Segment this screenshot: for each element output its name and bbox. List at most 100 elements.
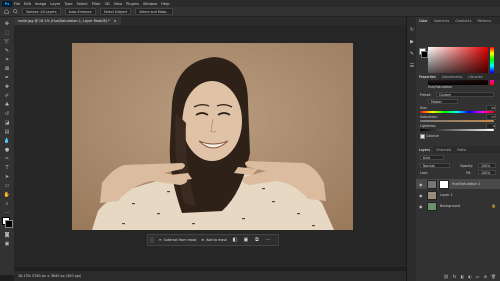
history-brush-tool-icon[interactable]: ↺	[3, 111, 11, 117]
hue-adjust-slider[interactable]	[420, 111, 494, 113]
tab-paths[interactable]: Paths	[454, 146, 469, 153]
visibility-eye-icon[interactable]: ◉	[419, 182, 424, 187]
tab-adjustments[interactable]: Adjustments	[439, 73, 466, 80]
layer-mask-thumb[interactable]	[439, 179, 449, 189]
menu-plugins[interactable]: Plugins	[126, 2, 139, 6]
hue-label: Hue:	[420, 106, 428, 110]
group-icon[interactable]: ▭	[476, 274, 480, 279]
menu-type[interactable]: Type	[64, 2, 72, 6]
lightness-slider[interactable]	[420, 129, 494, 131]
mask-options-icon[interactable]: ⧉	[254, 237, 260, 243]
layer-filter-kind[interactable]: Kind	[420, 155, 444, 160]
history-panel-icon[interactable]: ↻	[409, 27, 415, 33]
photoshop-logo[interactable]: Ps	[2, 0, 12, 7]
hand-tool-icon[interactable]: ✋	[3, 192, 11, 198]
layer-row-hue-saturation[interactable]: ◉ Hue/Saturation 1	[416, 179, 500, 189]
background-swatch[interactable]	[421, 51, 428, 58]
menu-image[interactable]: Image	[35, 2, 46, 6]
add-to-mask-button[interactable]: ⊕ Add to mask	[201, 238, 226, 242]
saturation-slider[interactable]	[420, 120, 494, 122]
close-icon[interactable]: ×	[114, 19, 117, 23]
tab-color[interactable]: Color	[416, 17, 431, 24]
crop-tool-icon[interactable]: ⌗	[3, 57, 11, 63]
colorize-label: Colorize	[426, 134, 439, 138]
quick-mask-icon[interactable]: ◙	[3, 232, 11, 238]
menu-window[interactable]: Window	[143, 2, 157, 6]
channel-select[interactable]: Master	[428, 99, 458, 104]
menu-layer[interactable]: Layer	[50, 2, 60, 6]
eraser-tool-icon[interactable]: ◪	[3, 120, 11, 126]
menu-bar: Ps File Edit Image Layer Type Select Fil…	[0, 0, 500, 7]
blend-mode-select[interactable]: Normal	[420, 163, 450, 168]
blur-tool-icon[interactable]: 💧	[3, 138, 11, 144]
rectangle-tool-icon[interactable]: ▭	[3, 183, 11, 189]
move-tool-icon[interactable]: ✥	[3, 21, 11, 27]
quick-selection-icon[interactable]	[13, 9, 18, 14]
gradient-tool-icon[interactable]: ▤	[3, 129, 11, 135]
document-tab[interactable]: smile.jpg @ 16.1% (Hue/Saturation 1, Lay…	[14, 17, 121, 25]
sample-all-layers-option[interactable]: Sample: All Layers	[22, 8, 61, 15]
menu-select[interactable]: Select	[77, 2, 88, 6]
auto-enhance-option[interactable]: Auto-Enhance	[64, 8, 96, 15]
select-subject-button[interactable]: Select Subject	[99, 8, 132, 15]
path-selection-tool-icon[interactable]: ➤	[3, 174, 11, 180]
layer-name: Layer 1	[440, 193, 453, 197]
more-tools-icon[interactable]: …	[3, 209, 11, 215]
dodge-tool-icon[interactable]: ●	[3, 147, 11, 153]
menu-file[interactable]: File	[14, 2, 20, 6]
invert-mask-icon[interactable]: ◧	[232, 237, 238, 243]
adjustment-layer-icon[interactable]: ◐	[468, 274, 472, 279]
menu-3d[interactable]: 3D	[105, 2, 110, 6]
tab-patterns[interactable]: Patterns	[474, 17, 494, 24]
delete-layer-icon[interactable]: 🗑	[491, 274, 496, 279]
select-and-mask-button[interactable]: Select and Mask...	[135, 8, 174, 15]
background-color-swatch[interactable]	[5, 220, 13, 228]
actions-panel-icon[interactable]: ▶	[409, 39, 415, 45]
more-options-icon[interactable]: ···	[265, 237, 271, 243]
pen-tool-icon[interactable]: ✑	[3, 156, 11, 162]
new-layer-icon[interactable]: ⊞	[484, 274, 487, 279]
tab-swatches[interactable]: Swatches	[431, 17, 453, 24]
layer-row-background[interactable]: ◉ Background 🔒	[416, 201, 500, 211]
lasso-tool-icon[interactable]: ➰	[3, 39, 11, 45]
opacity-input[interactable]: 100%	[478, 163, 496, 168]
tab-channels[interactable]: Channels	[433, 146, 454, 153]
brush-settings-icon[interactable]: ✎	[409, 51, 415, 57]
tab-libraries[interactable]: Libraries	[465, 73, 485, 80]
document-canvas[interactable]	[72, 43, 353, 230]
frame-tool-icon[interactable]: ⊠	[3, 66, 11, 72]
add-mask-icon[interactable]: ◧	[461, 274, 465, 279]
subtract-from-mask-button[interactable]: ⊖ Subtract from mask	[159, 238, 196, 242]
healing-brush-tool-icon[interactable]: ✚	[3, 84, 11, 90]
fx-icon[interactable]: fx	[453, 274, 457, 279]
brush-tool-icon[interactable]: ✐	[3, 93, 11, 99]
link-layers-icon[interactable]: ⛓	[444, 274, 449, 279]
type-tool-icon[interactable]: T	[3, 165, 11, 171]
zoom-tool-icon[interactable]: ⌕	[3, 201, 11, 207]
menu-help[interactable]: Help	[161, 2, 169, 6]
menu-filter[interactable]: Filter	[92, 2, 101, 6]
colorize-checkbox[interactable]	[420, 134, 425, 139]
fill-mask-icon[interactable]: ▣	[243, 237, 249, 243]
visibility-eye-icon[interactable]: ◉	[419, 204, 424, 209]
clone-stamp-tool-icon[interactable]: ♣	[3, 102, 11, 108]
adjustment-layer-thumb	[427, 179, 437, 189]
eyedropper-tool-icon[interactable]: ✒	[3, 75, 11, 81]
home-icon[interactable]	[4, 9, 9, 14]
layer-row-layer-1[interactable]: ◉ Layer 1	[416, 190, 500, 200]
fill-input[interactable]: 100%	[478, 170, 496, 175]
properties-panel-tabs: Properties Adjustments Libraries	[416, 73, 500, 80]
screen-mode-icon[interactable]: ▣	[3, 241, 11, 247]
menu-edit[interactable]: Edit	[24, 2, 31, 6]
visibility-eye-icon[interactable]: ◉	[419, 193, 424, 198]
marquee-tool-icon[interactable]: ⬚	[3, 30, 11, 36]
tab-properties[interactable]: Properties	[416, 73, 439, 80]
tab-gradients[interactable]: Gradients	[452, 17, 474, 24]
libraries-icon[interactable]: ☰	[409, 63, 415, 69]
drag-handle-icon[interactable]	[150, 237, 154, 243]
menu-view[interactable]: View	[114, 2, 123, 6]
tab-layers[interactable]: Layers	[416, 146, 433, 153]
quick-selection-tool-icon[interactable]: ✎	[3, 48, 11, 54]
right-panels: Color Swatches Gradients Patterns Proper…	[416, 17, 500, 281]
preset-select[interactable]: Custom	[436, 92, 494, 97]
